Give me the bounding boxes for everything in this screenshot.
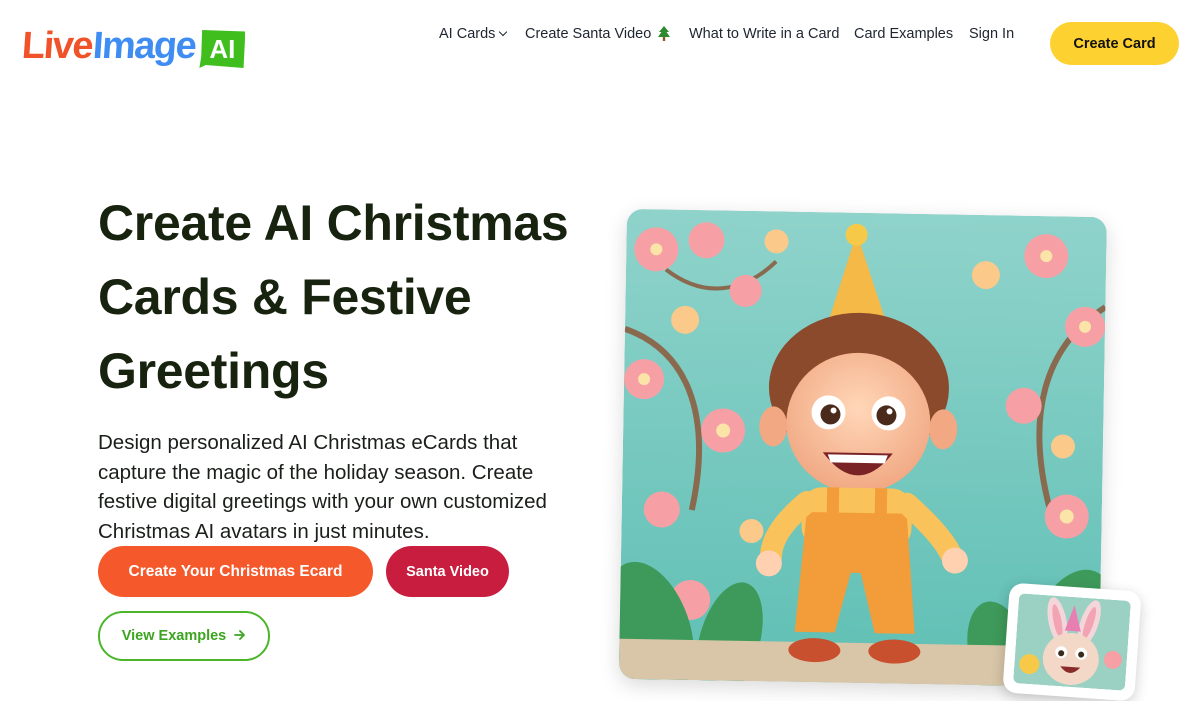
nav-ai-cards-label: AI Cards [439,26,496,42]
logo-image-text: Image [91,25,197,67]
nav-what-to-write[interactable]: What to Write in a Card [689,25,839,43]
nav-sign-in[interactable]: Sign In [969,25,1014,43]
site-header: Live Image AI AI Cards Create Santa Vide… [0,0,1200,86]
arrow-right-icon [234,628,246,644]
logo-ai-badge: AI [199,30,246,68]
example-card-thumbnail[interactable] [1002,582,1142,701]
create-christmas-ecard-button[interactable]: Create Your Christmas Ecard [98,546,373,597]
bunny-illustration [1012,593,1132,691]
santa-video-button[interactable]: Santa Video [386,546,509,597]
logo-live-text: Live [20,25,94,67]
view-examples-button[interactable]: View Examples [98,611,270,661]
nav-card-examples[interactable]: Card Examples [854,25,953,43]
nav-sign-in-label: Sign In [969,26,1015,42]
create-card-button[interactable]: Create Card [1050,22,1179,65]
view-examples-label: View Examples [121,628,227,644]
christmas-tree-icon [657,26,671,42]
nav-write-label: What to Write in a Card [689,26,840,42]
nav-examples-label: Card Examples [854,26,954,42]
chevron-down-icon [499,27,508,37]
nav-ai-cards[interactable]: AI Cards [439,25,508,43]
hero-description: Design personalized AI Christmas eCards … [98,431,547,543]
nav-santa-label: Create Santa Video [525,26,652,42]
brand-logo[interactable]: Live Image AI [20,25,246,72]
hero-title: Create AI Christmas Cards & Festive Gree… [98,195,569,399]
nav-create-santa-video[interactable]: Create Santa Video [525,25,671,43]
